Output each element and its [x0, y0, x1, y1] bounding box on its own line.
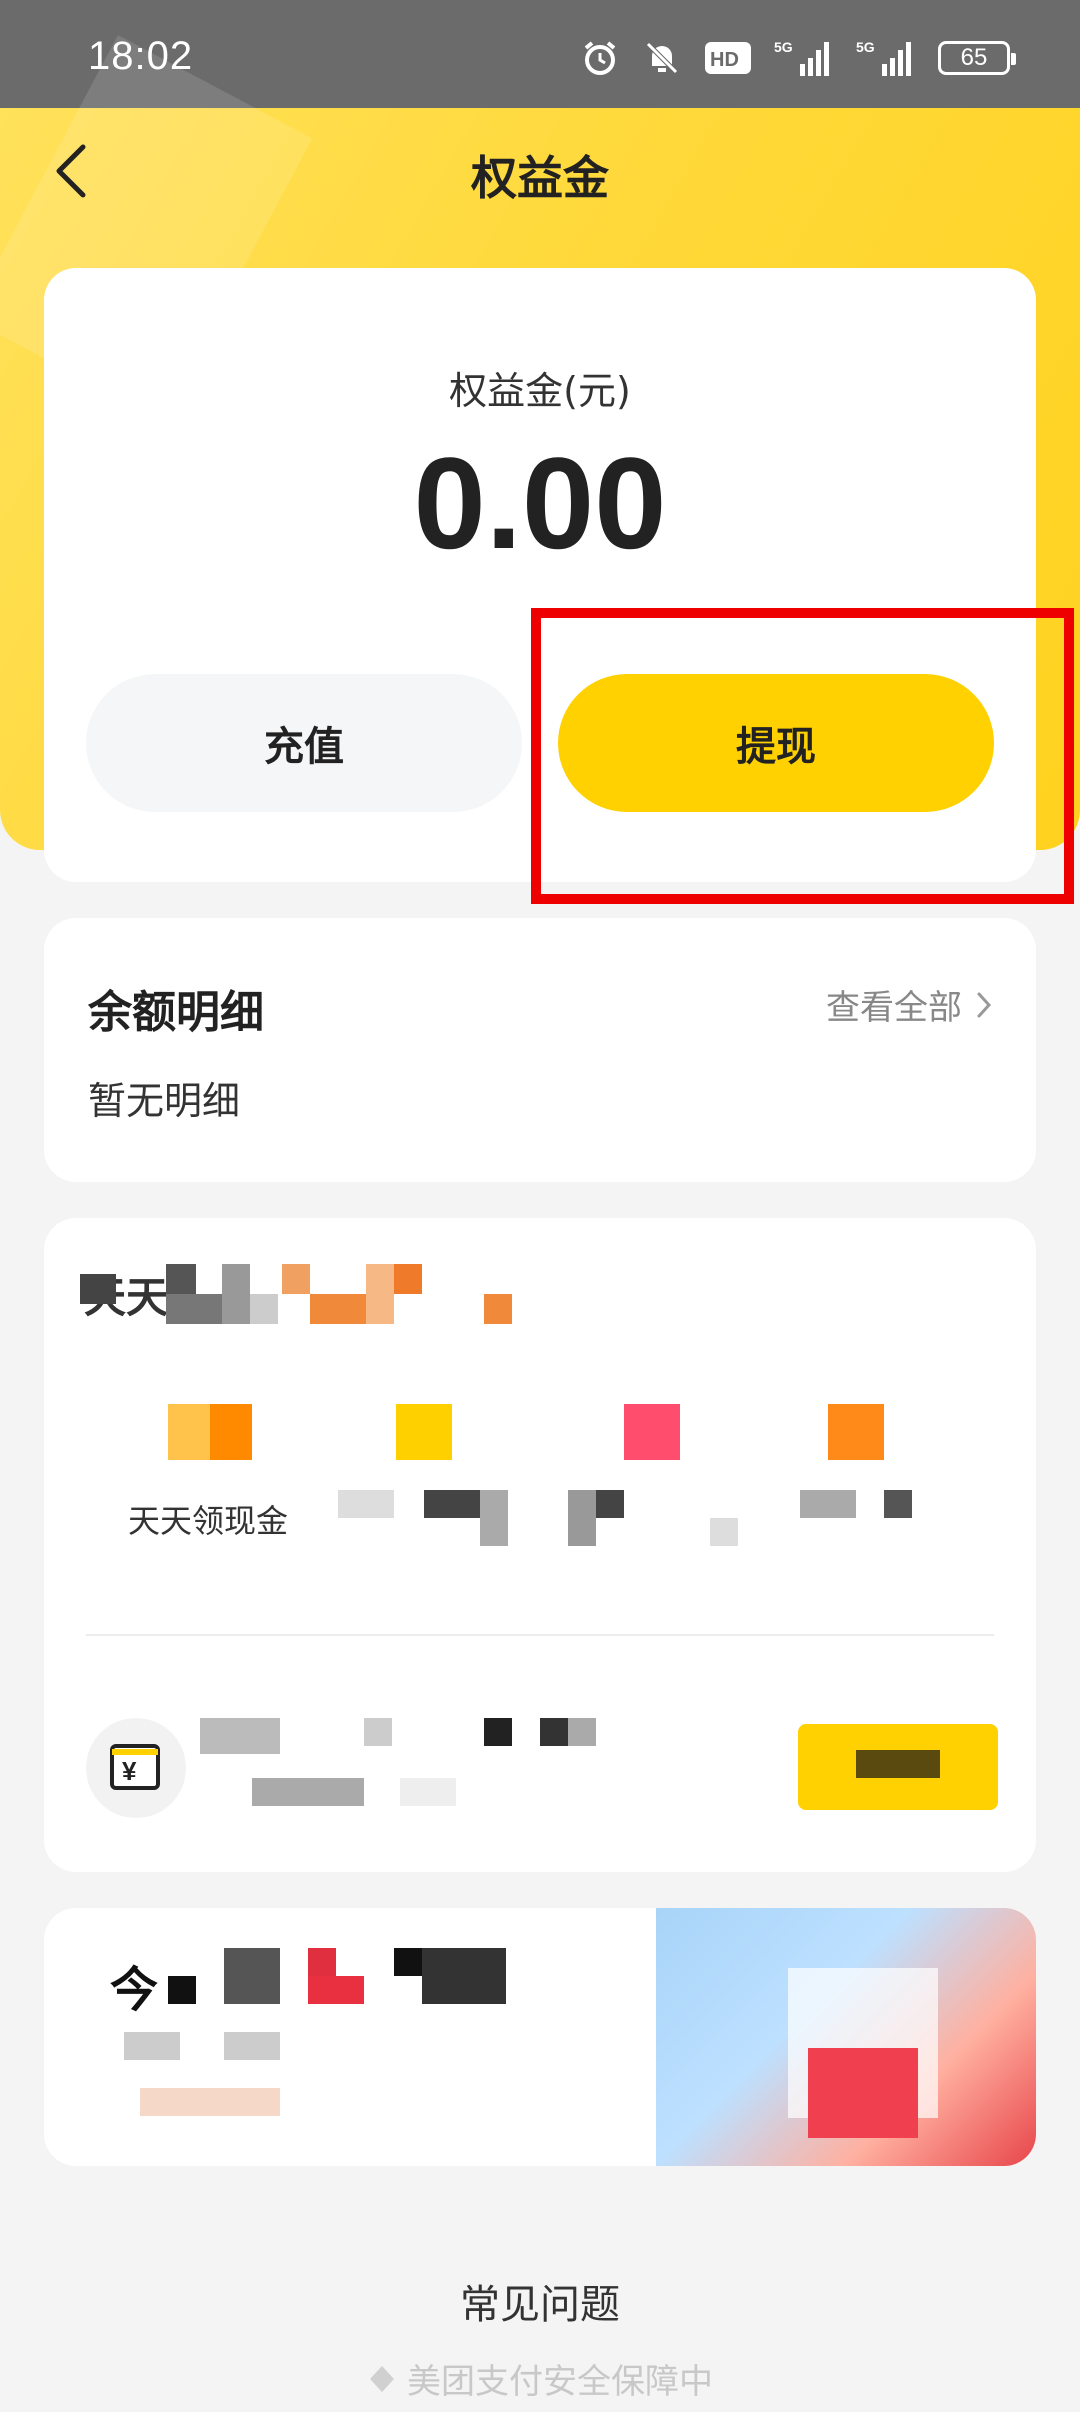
faq-link[interactable]: 常见问题: [0, 2272, 1080, 2330]
security-text: 美团支付安全保障中: [407, 2362, 713, 2402]
task-icon[interactable]: [624, 1404, 680, 1460]
signal-icon: 5G: [856, 38, 916, 78]
balance-value: 0.00: [413, 430, 667, 576]
page-title: 权益金: [471, 151, 609, 205]
mute-icon: [642, 38, 682, 78]
task-icon[interactable]: [168, 1404, 252, 1460]
security-notice: 美团支付安全保障中: [0, 2354, 1080, 2403]
divider: [86, 1634, 994, 1636]
yen-icon: ¥: [110, 1744, 160, 1790]
battery-level: 65: [960, 44, 988, 71]
task-label: 天天领现金: [128, 1502, 289, 1540]
tasks-card: 天天 天天领现金 ¥: [44, 1218, 1036, 1872]
view-all-link[interactable]: 查看全部: [826, 980, 992, 1029]
svg-text:5G: 5G: [774, 39, 793, 55]
svg-text:¥: ¥: [122, 1756, 137, 1786]
view-all-label: 查看全部: [826, 988, 962, 1028]
shield-icon: [370, 2365, 394, 2392]
wallet-item[interactable]: ¥: [86, 1718, 186, 1818]
svg-text:HD: HD: [710, 49, 739, 71]
hd-icon: HD: [704, 41, 752, 75]
chevron-right-icon: [977, 992, 992, 1017]
details-title: 余额明细: [88, 987, 264, 1038]
promo-card[interactable]: 今: [44, 1908, 1036, 2166]
alarm-icon: [580, 38, 620, 78]
task-icon[interactable]: [396, 1404, 452, 1460]
balance-details-card: 余额明细 查看全部 暂无明细: [44, 918, 1036, 1182]
signal-icon: 5G: [774, 38, 834, 78]
highlight-annotation-box: [531, 608, 1074, 904]
status-icons: HD 5G 5G 65: [580, 36, 1016, 80]
details-empty-text: 暂无明细: [88, 1079, 241, 1123]
recharge-button[interactable]: 充值: [86, 674, 522, 812]
promo-title: 今: [110, 1962, 159, 2018]
battery-icon: 65: [938, 41, 1016, 75]
svg-text:5G: 5G: [856, 39, 875, 55]
balance-label: 权益金(元): [449, 369, 631, 413]
task-icon[interactable]: [828, 1404, 884, 1460]
nav-bar: 权益金: [0, 108, 1080, 232]
